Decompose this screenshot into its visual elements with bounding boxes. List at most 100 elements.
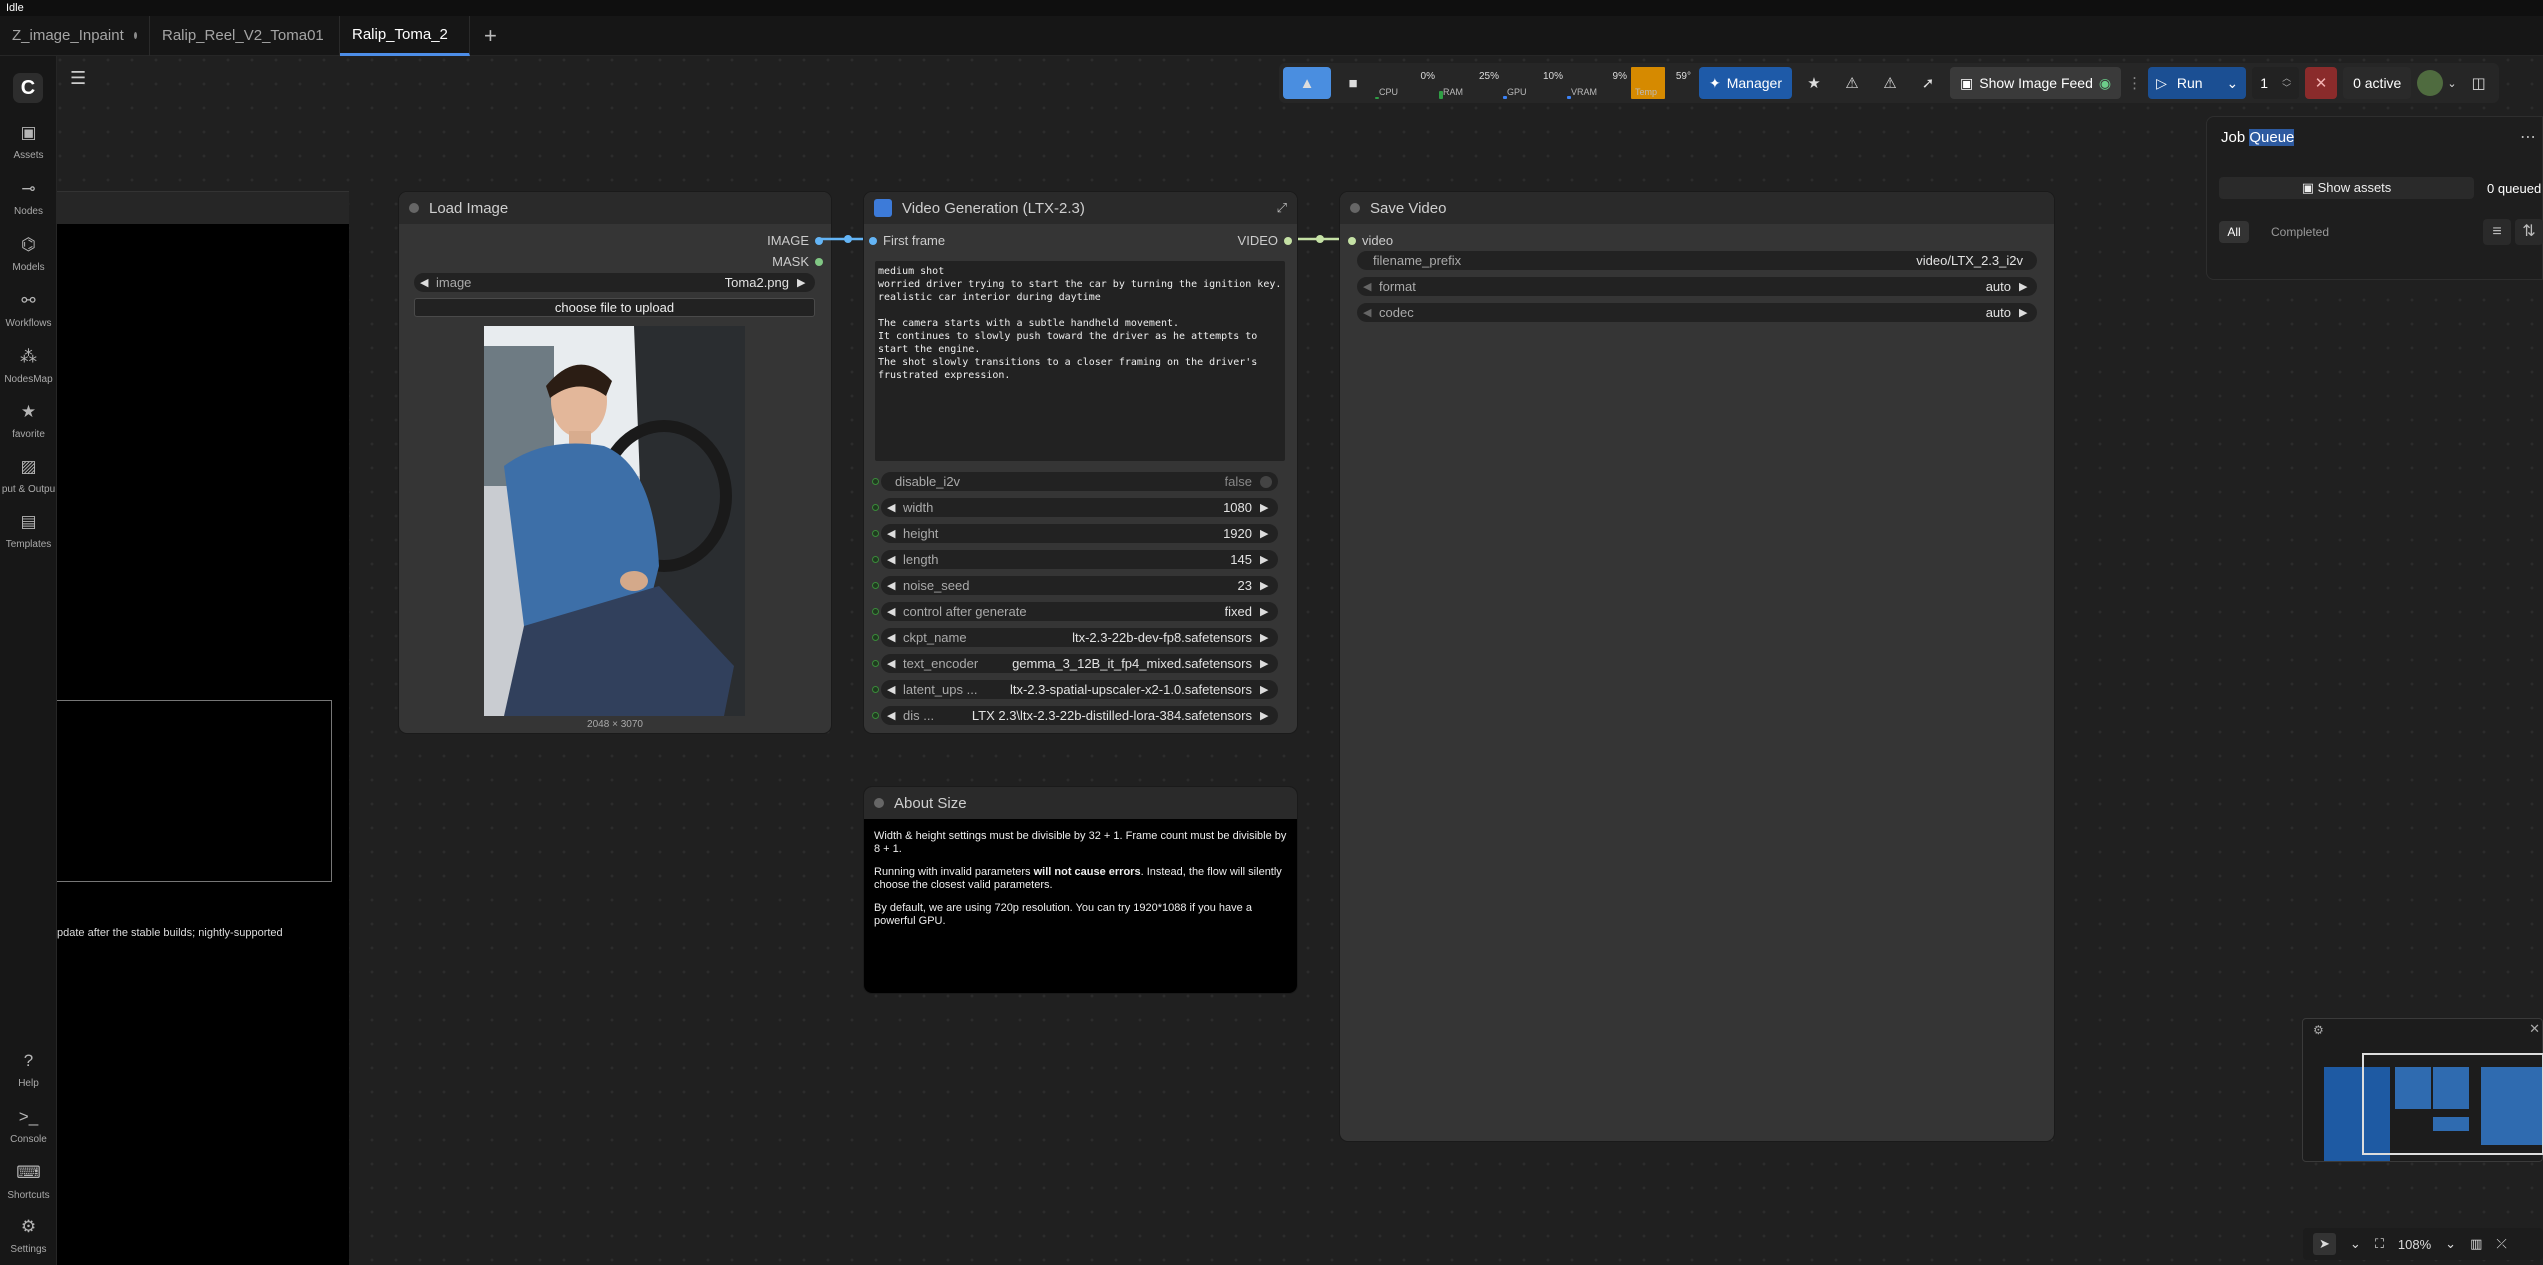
- sort-icon[interactable]: ⇅: [2515, 219, 2543, 245]
- chevron-left-icon[interactable]: ◀: [887, 553, 899, 566]
- chevron-right-icon[interactable]: ▶: [1260, 605, 1272, 618]
- node-header[interactable]: Save Video: [1340, 192, 2054, 224]
- noise-seed-field[interactable]: ◀ noise_seed 23 ▶: [881, 576, 1278, 595]
- disable-i2v-toggle[interactable]: disable_i2v false: [881, 472, 1278, 491]
- sidebar-item-favorite[interactable]: ★ favorite: [0, 401, 57, 440]
- expand-icon[interactable]: ⤢: [1277, 200, 1287, 216]
- filter-icon[interactable]: ≡: [2483, 219, 2511, 245]
- pointer-icon[interactable]: ➤: [2313, 1233, 2336, 1255]
- output-video[interactable]: VIDEO: [1238, 233, 1292, 248]
- slot-dot[interactable]: [869, 236, 877, 245]
- control-after-generate-combo[interactable]: ◀ control after generate fixed ▶: [881, 602, 1278, 621]
- sidebar-item-nodesmap[interactable]: ⁂ NodesMap: [0, 346, 57, 385]
- load-image-node[interactable]: Load Image IMAGE MASK ◀ image Toma2.png ▶ c…: [399, 192, 831, 733]
- ckpt-name-combo[interactable]: ◀ ckpt_name ltx-2.3-22b-dev-fp8.safetensor…: [881, 628, 1278, 647]
- chevron-left-icon[interactable]: ◀: [887, 683, 899, 696]
- slot-dot[interactable]: [1348, 236, 1356, 245]
- chevron-left-icon[interactable]: ◀: [887, 579, 899, 592]
- sidebar-item-templates[interactable]: ▤ Templates: [0, 511, 57, 550]
- chevron-left-icon[interactable]: ◀: [887, 527, 899, 540]
- filter-tab-all[interactable]: All: [2219, 221, 2249, 243]
- batch-count-stepper[interactable]: 1 ︿ ﹀: [2252, 67, 2300, 99]
- chevron-right-icon[interactable]: ▶: [2019, 306, 2031, 319]
- width-field[interactable]: ◀ width 1080 ▶: [881, 498, 1278, 517]
- show-image-feed-button[interactable]: ▣ Show Image Feed ◉: [1950, 67, 2122, 99]
- input-video[interactable]: video: [1348, 233, 1393, 248]
- active-jobs[interactable]: 0 active: [2343, 67, 2412, 99]
- text-encoder-combo[interactable]: ◀ text_encoder gemma_3_12B_it_fp4_mixed.sa…: [881, 654, 1278, 673]
- more-icon[interactable]: ⋯: [2520, 127, 2536, 147]
- stepper-arrows-icon[interactable]: ︿ ﹀: [2282, 73, 2291, 93]
- zoom-level[interactable]: 108%: [2398, 1237, 2431, 1252]
- hamburger-menu-icon[interactable]: ☰: [70, 68, 86, 89]
- tab-z-image-inpaint[interactable]: Z_image_Inpaint: [0, 15, 150, 56]
- slot-dot[interactable]: [815, 257, 823, 266]
- chevron-left-icon[interactable]: ◀: [887, 709, 899, 722]
- chevron-left-icon[interactable]: ◀: [887, 631, 899, 644]
- model-tool-2-icon[interactable]: ⚠: [1874, 67, 1906, 99]
- new-tab-button[interactable]: +: [470, 23, 511, 49]
- slot-dot[interactable]: [1284, 236, 1292, 245]
- chevron-left-icon[interactable]: ◀: [887, 605, 899, 618]
- link-toggle-icon[interactable]: ⤫: [2496, 1236, 2506, 1252]
- chevron-right-icon[interactable]: ▶: [1260, 657, 1272, 670]
- widget-input-dot[interactable]: [872, 608, 879, 615]
- minimap-settings-icon[interactable]: ⚙: [2313, 1023, 2324, 1037]
- chevron-down-icon[interactable]: ⌄: [2350, 1236, 2361, 1252]
- upload-button[interactable]: choose file to upload: [414, 298, 815, 317]
- chevron-right-icon[interactable]: ▶: [1260, 527, 1272, 540]
- widget-input-dot[interactable]: [872, 582, 879, 589]
- prompt-textarea[interactable]: medium shot worried driver trying to sta…: [875, 261, 1285, 461]
- tab-ralip-reel[interactable]: Ralip_Reel_V2_Toma01: [150, 15, 340, 56]
- widget-input-dot[interactable]: [872, 712, 879, 719]
- sidebar-item-models[interactable]: ⌬ Models: [0, 234, 57, 273]
- sidebar-item-nodes[interactable]: ⊸ Nodes: [0, 178, 57, 217]
- cancel-icon[interactable]: ✕: [2305, 67, 2338, 99]
- minimap[interactable]: ⚙ ✕: [2302, 1018, 2543, 1162]
- drag-handle-icon[interactable]: ⋮: [2127, 67, 2142, 99]
- chevron-left-icon[interactable]: ◀: [1363, 306, 1375, 319]
- filename-prefix-field[interactable]: filename_prefix video/LTX_2.3_i2v: [1357, 251, 2037, 270]
- collapse-dot[interactable]: [874, 798, 884, 808]
- chevron-right-icon[interactable]: ▶: [1260, 579, 1272, 592]
- output-image[interactable]: IMAGE: [767, 233, 823, 248]
- about-size-note[interactable]: About Size Width & height settings must …: [864, 787, 1297, 993]
- bookmark-icon[interactable]: ■: [1337, 67, 1369, 99]
- widget-input-dot[interactable]: [872, 634, 879, 641]
- node-header[interactable]: About Size: [864, 787, 1297, 819]
- toggle-switch-icon[interactable]: [1260, 475, 1272, 488]
- minimap-viewport[interactable]: [2362, 1053, 2543, 1155]
- sidebar-item-input-output[interactable]: ▨ put & Outpu: [0, 456, 57, 495]
- show-assets-button[interactable]: ▣ Show assets: [2219, 177, 2474, 199]
- widget-input-dot[interactable]: [872, 504, 879, 511]
- chevron-right-icon[interactable]: ▶: [1260, 501, 1272, 514]
- chevron-down-icon[interactable]: ⌄: [2447, 77, 2456, 90]
- fit-view-icon[interactable]: ⛶: [2375, 1236, 2384, 1252]
- format-combo[interactable]: ◀ format auto ▶: [1357, 277, 2037, 296]
- map-icon[interactable]: ▥: [2470, 1236, 2482, 1252]
- chevron-left-icon[interactable]: ◀: [420, 276, 432, 289]
- chevron-right-icon[interactable]: ▶: [1260, 631, 1272, 644]
- node-header[interactable]: Video Generation (LTX-2.3) ⤢: [864, 192, 1297, 224]
- share-icon[interactable]: ➚: [1912, 67, 1944, 99]
- chevron-down-icon[interactable]: ⌄: [2227, 75, 2239, 92]
- widget-input-dot[interactable]: [872, 530, 879, 537]
- codec-combo[interactable]: ◀ codec auto ▶: [1357, 303, 2037, 322]
- sidebar-item-settings[interactable]: ⚙ Settings: [0, 1216, 57, 1255]
- video-generation-node[interactable]: Video Generation (LTX-2.3) ⤢ First frame …: [864, 192, 1297, 733]
- sidebar-item-shortcuts[interactable]: ⌨ Shortcuts: [0, 1162, 57, 1201]
- output-mask[interactable]: MASK: [772, 254, 823, 269]
- manager-button[interactable]: ✦ Manager: [1699, 67, 1792, 99]
- collapse-dot[interactable]: [1350, 203, 1360, 213]
- node-header[interactable]: Load Image: [399, 192, 831, 224]
- widget-input-dot[interactable]: [872, 478, 879, 485]
- sidebar-item-help[interactable]: ? Help: [0, 1050, 57, 1089]
- avatar[interactable]: ⌄: [2417, 67, 2457, 99]
- filter-tab-completed[interactable]: Completed: [2271, 225, 2329, 239]
- widget-input-dot[interactable]: [872, 686, 879, 693]
- chevron-down-icon[interactable]: ⌄: [2445, 1236, 2456, 1252]
- chevron-left-icon[interactable]: ◀: [1363, 280, 1375, 293]
- tab-ralip-toma-2[interactable]: Ralip_Toma_2: [340, 15, 470, 56]
- chevron-right-icon[interactable]: ▶: [1260, 553, 1272, 566]
- save-video-node[interactable]: Save Video video filename_prefix video/LT…: [1340, 192, 2054, 1141]
